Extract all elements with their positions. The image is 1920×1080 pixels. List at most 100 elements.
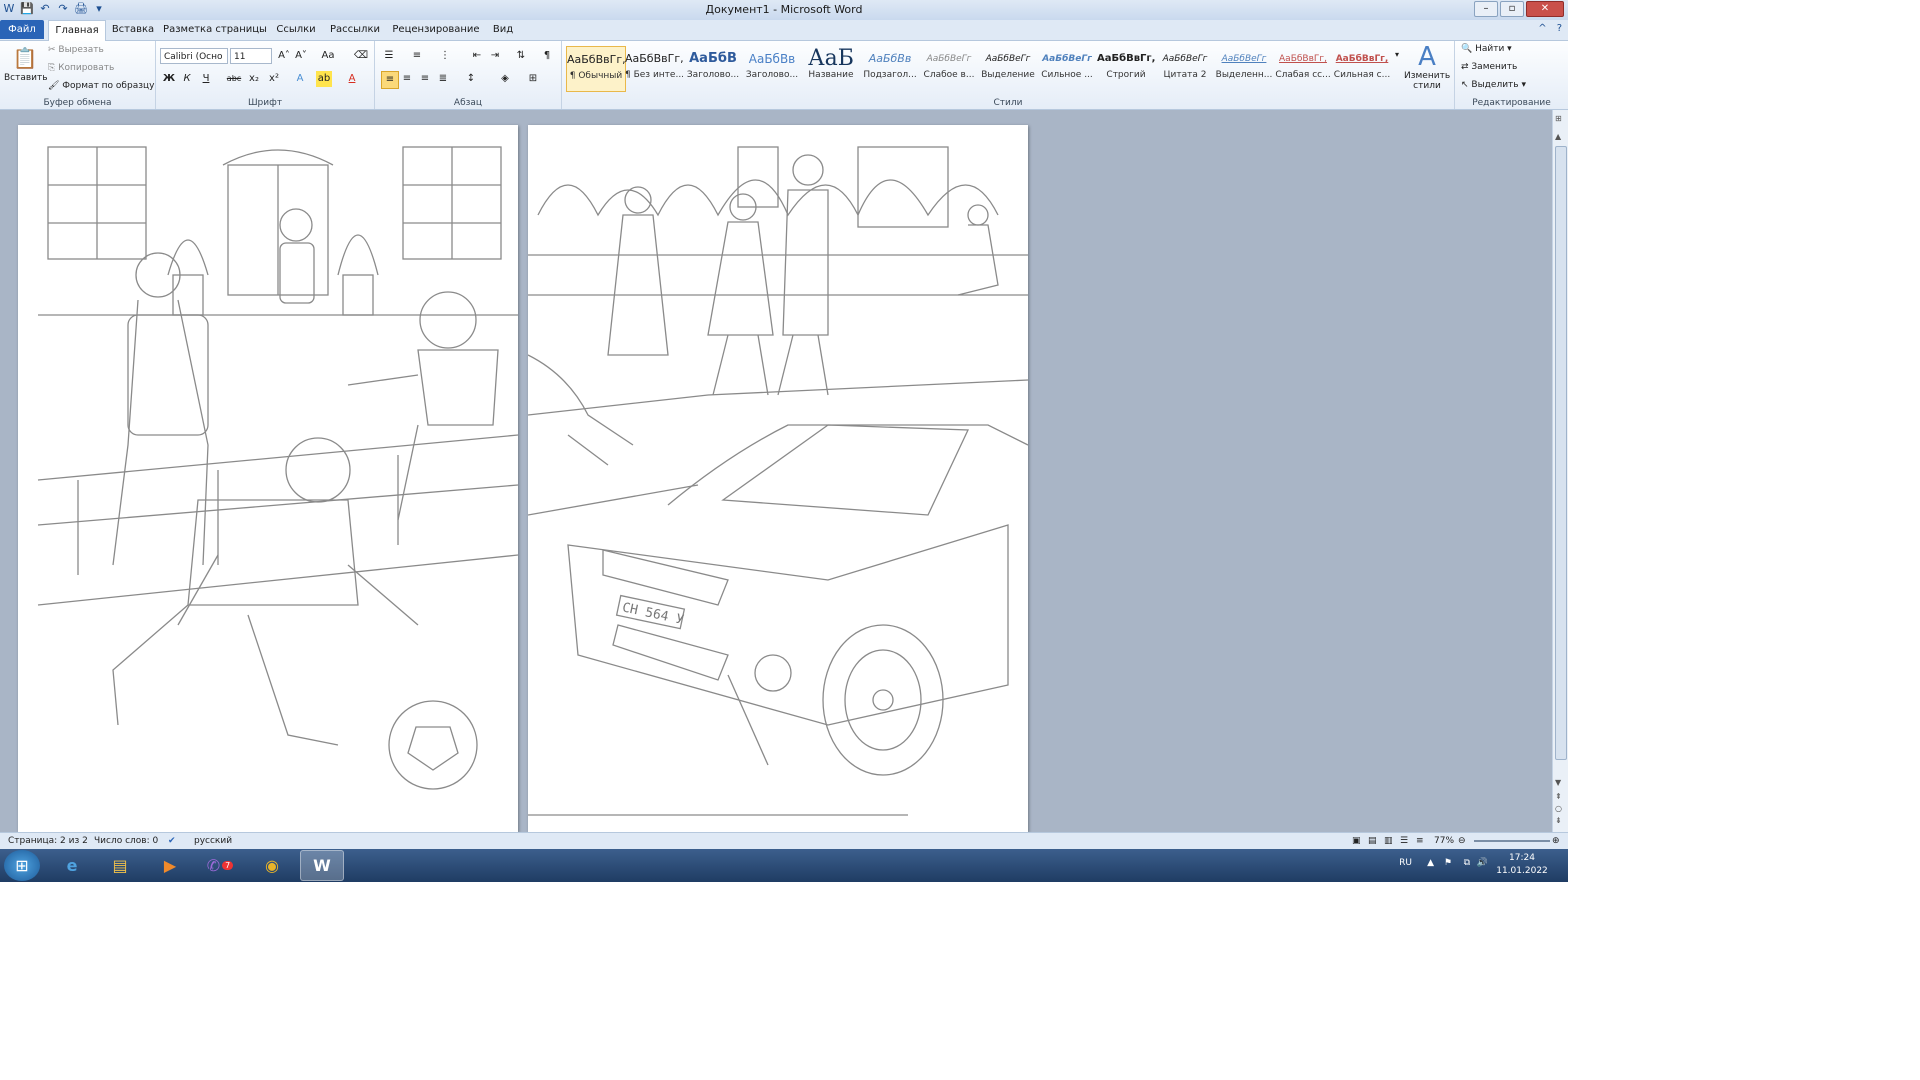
view-print-layout-icon[interactable]: ▣ <box>1352 836 1361 846</box>
tab-references[interactable]: Ссылки <box>272 20 320 39</box>
tab-mailings[interactable]: Рассылки <box>324 20 386 39</box>
viber-icon[interactable]: ✆ 7 <box>198 850 242 881</box>
show-marks-icon[interactable]: ¶ <box>539 48 555 64</box>
paste-button[interactable]: Вставить <box>4 73 48 83</box>
increase-indent-icon[interactable]: ⇥ <box>487 48 503 64</box>
italic-button[interactable]: К <box>179 71 195 87</box>
strikethrough-button[interactable]: abc <box>226 71 242 87</box>
zoom-level[interactable]: 77% <box>1434 836 1454 846</box>
document-area[interactable]: СН 564 У <box>0 110 1553 832</box>
decrease-indent-icon[interactable]: ⇤ <box>469 48 485 64</box>
multilevel-list-icon[interactable]: ⋮ <box>437 48 453 64</box>
borders-icon[interactable]: ⊞ <box>525 71 541 87</box>
input-language[interactable]: RU <box>1399 858 1412 868</box>
tab-home[interactable]: Главная <box>48 20 106 41</box>
clear-formatting-icon[interactable]: ⌫ <box>353 48 369 64</box>
minimize-button[interactable]: – <box>1474 1 1498 17</box>
style-heading-1[interactable]: АаБбВ Заголово... <box>684 46 742 90</box>
zoom-out-icon[interactable]: ⊖ <box>1458 836 1466 846</box>
tab-view[interactable]: Вид <box>486 20 520 39</box>
style-subtitle[interactable]: АаБбВв Подзагол... <box>861 46 919 90</box>
zoom-slider[interactable] <box>1474 840 1550 842</box>
style-heading-2[interactable]: АаБбВв Заголово... <box>743 46 801 90</box>
browse-object-icon[interactable]: ○ <box>1555 804 1562 813</box>
align-center-icon[interactable]: ≡ <box>399 71 415 87</box>
next-page-icon[interactable]: ⇟ <box>1555 816 1562 825</box>
replace-button[interactable]: ⇄ Заменить <box>1461 62 1517 72</box>
internet-explorer-icon[interactable]: e <box>50 850 94 881</box>
style-subtle-emphasis[interactable]: АаБбВеГг Слабое в... <box>920 46 978 90</box>
tab-insert[interactable]: Вставка <box>108 20 158 39</box>
zoom-in-icon[interactable]: ⊕ <box>1552 836 1560 846</box>
font-size-field[interactable]: 11 <box>230 48 272 64</box>
align-left-icon[interactable]: ≡ <box>381 71 399 89</box>
shrink-font-icon[interactable]: A˅ <box>293 48 309 64</box>
superscript-button[interactable]: x² <box>266 71 282 87</box>
styles-scroll-icon[interactable]: ▾ <box>1392 47 1402 63</box>
action-center-icon[interactable]: ⚑ <box>1444 858 1452 868</box>
ruler-toggle-icon[interactable]: ⊞ <box>1555 114 1562 123</box>
word-taskbar-icon[interactable]: W <box>300 850 344 881</box>
change-styles-button[interactable]: A Изменить стили <box>1404 43 1450 91</box>
tab-file[interactable]: Файл <box>0 20 44 39</box>
prev-page-icon[interactable]: ⇞ <box>1555 792 1562 801</box>
underline-button[interactable]: Ч <box>198 71 214 87</box>
style-intense-reference[interactable]: АаБбВвГг, Сильная с... <box>1333 46 1391 90</box>
highlight-icon[interactable]: ab <box>316 71 332 87</box>
shading-icon[interactable]: ◈ <box>497 71 513 87</box>
file-explorer-icon[interactable]: ▤ <box>98 850 142 881</box>
font-color-icon[interactable]: A <box>344 71 360 87</box>
tab-page-layout[interactable]: Разметка страницы <box>162 20 268 39</box>
paste-icon[interactable]: 📋 <box>12 45 38 71</box>
text-effects-icon[interactable]: A <box>292 71 308 87</box>
cut-button[interactable]: ✂ Вырезать <box>48 45 104 55</box>
sort-icon[interactable]: ⇅ <box>513 48 529 64</box>
tray-expand-icon[interactable]: ▲ <box>1427 858 1434 868</box>
style-quote-2[interactable]: АаБбВеГг Цитата 2 <box>1156 46 1214 90</box>
style-normal[interactable]: АаБбВвГг, ¶ Обычный <box>566 46 626 92</box>
view-draft-icon[interactable]: ≡ <box>1416 836 1424 846</box>
select-button[interactable]: ↖ Выделить ▾ <box>1461 80 1526 90</box>
style-intense-emphasis[interactable]: АаБбВеГг Сильное ... <box>1038 46 1096 90</box>
page-count[interactable]: Страница: 2 из 2 <box>8 836 88 846</box>
style-emphasis[interactable]: АаБбВеГг Выделение <box>979 46 1037 90</box>
clock-time[interactable]: 17:24 <box>1494 853 1550 863</box>
find-button[interactable]: 🔍 Найти ▾ <box>1461 44 1512 54</box>
subscript-button[interactable]: x₂ <box>246 71 262 87</box>
scroll-thumb[interactable] <box>1555 146 1567 760</box>
line-spacing-icon[interactable]: ↕ <box>463 71 479 87</box>
font-name-field[interactable]: Calibri (Осно <box>160 48 228 64</box>
grow-font-icon[interactable]: A˄ <box>276 48 292 64</box>
numbering-icon[interactable]: ≡ <box>409 48 425 64</box>
page-1[interactable] <box>18 125 518 832</box>
proofing-icon[interactable]: ✔ <box>168 836 176 846</box>
view-outline-icon[interactable]: ☰ <box>1400 836 1408 846</box>
help-icon[interactable]: ? <box>1557 23 1562 34</box>
change-case-icon[interactable]: Aa <box>320 48 336 64</box>
align-right-icon[interactable]: ≡ <box>417 71 433 87</box>
view-web-icon[interactable]: ▥ <box>1384 836 1393 846</box>
style-no-spacing[interactable]: АаБбВвГг, ¶ Без инте... <box>625 46 683 90</box>
bold-button[interactable]: Ж <box>161 71 177 87</box>
scroll-up-icon[interactable]: ▲ <box>1555 132 1561 141</box>
network-icon[interactable]: ⧉ <box>1464 858 1470 868</box>
style-strong[interactable]: АаБбВвГг, Строгий <box>1097 46 1155 90</box>
volume-icon[interactable]: 🔊 <box>1477 858 1488 868</box>
style-subtle-reference[interactable]: АаБбВвГг, Слабая сс... <box>1274 46 1332 90</box>
maximize-button[interactable]: ▫ <box>1500 1 1524 17</box>
scroll-down-icon[interactable]: ▼ <box>1555 778 1561 787</box>
style-title[interactable]: АаБ Название <box>802 46 860 90</box>
justify-icon[interactable]: ≣ <box>435 71 451 87</box>
tab-review[interactable]: Рецензирование <box>390 20 482 39</box>
bullets-icon[interactable]: ☰ <box>381 48 397 64</box>
chrome-icon[interactable]: ◉ <box>250 850 294 881</box>
close-button[interactable]: ✕ <box>1526 1 1564 17</box>
start-button[interactable]: ⊞ <box>4 850 40 881</box>
view-full-screen-icon[interactable]: ▤ <box>1368 836 1377 846</box>
style-intense-quote[interactable]: АаБбВеГг Выделенн... <box>1215 46 1273 90</box>
copy-button[interactable]: ⎘ Копировать <box>48 63 114 73</box>
format-painter-button[interactable]: 🖌 Формат по образцу <box>48 81 154 91</box>
media-player-icon[interactable]: ▶ <box>148 850 192 881</box>
word-count[interactable]: Число слов: 0 <box>94 836 158 846</box>
language-status[interactable]: русский <box>194 836 232 846</box>
